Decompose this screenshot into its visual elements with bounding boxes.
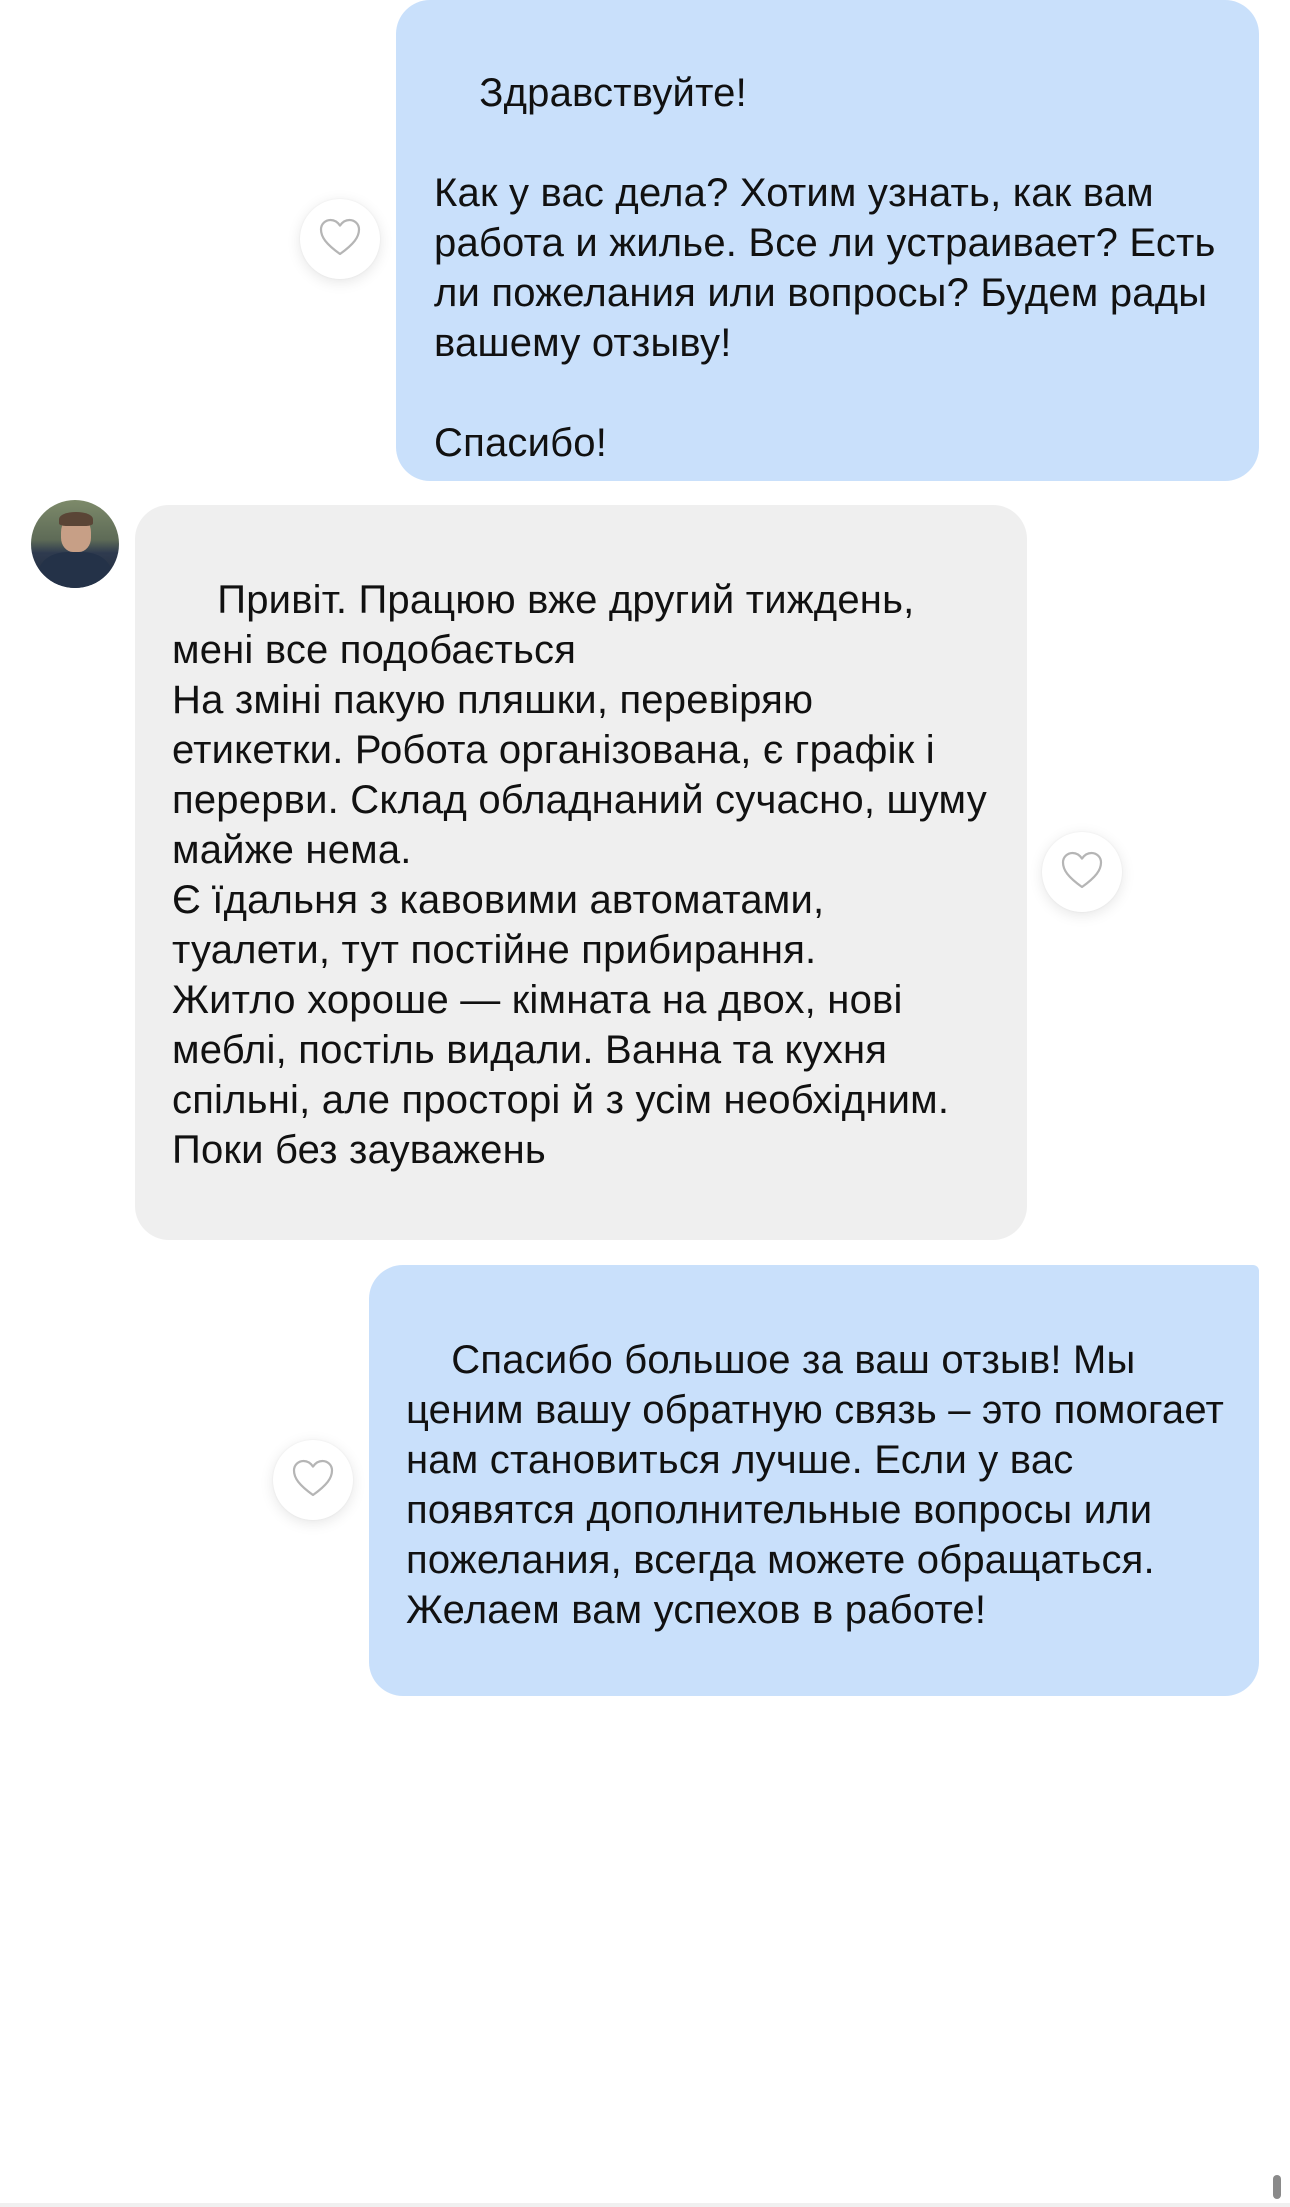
outgoing-message-bubble[interactable]: Здравствуйте! Как у вас дела? Хотим узна… [396,0,1259,481]
like-button[interactable] [300,199,380,279]
heart-outline-icon [291,1458,335,1503]
message-text: Здравствуйте! Как у вас дела? Хотим узна… [434,71,1216,465]
chat-thread: Здравствуйте! Как у вас дела? Хотим узна… [0,0,1290,2207]
scrollbar-thumb[interactable] [1273,2175,1281,2199]
heart-outline-icon [1060,850,1104,895]
heart-outline-icon [318,217,362,262]
incoming-message-bubble[interactable]: Привіт. Працюю вже другий тиждень, мені … [135,505,1027,1240]
like-button[interactable] [273,1440,353,1520]
message-text: Привіт. Працюю вже другий тиждень, мені … [172,578,987,1172]
message-text: Спасибо большое за ваш отзыв! Мы ценим в… [406,1338,1236,1632]
like-button[interactable] [1042,832,1122,912]
outgoing-message-bubble[interactable]: Спасибо большое за ваш отзыв! Мы ценим в… [369,1265,1259,1696]
user-avatar[interactable] [31,500,119,588]
bottom-divider [0,2203,1290,2207]
